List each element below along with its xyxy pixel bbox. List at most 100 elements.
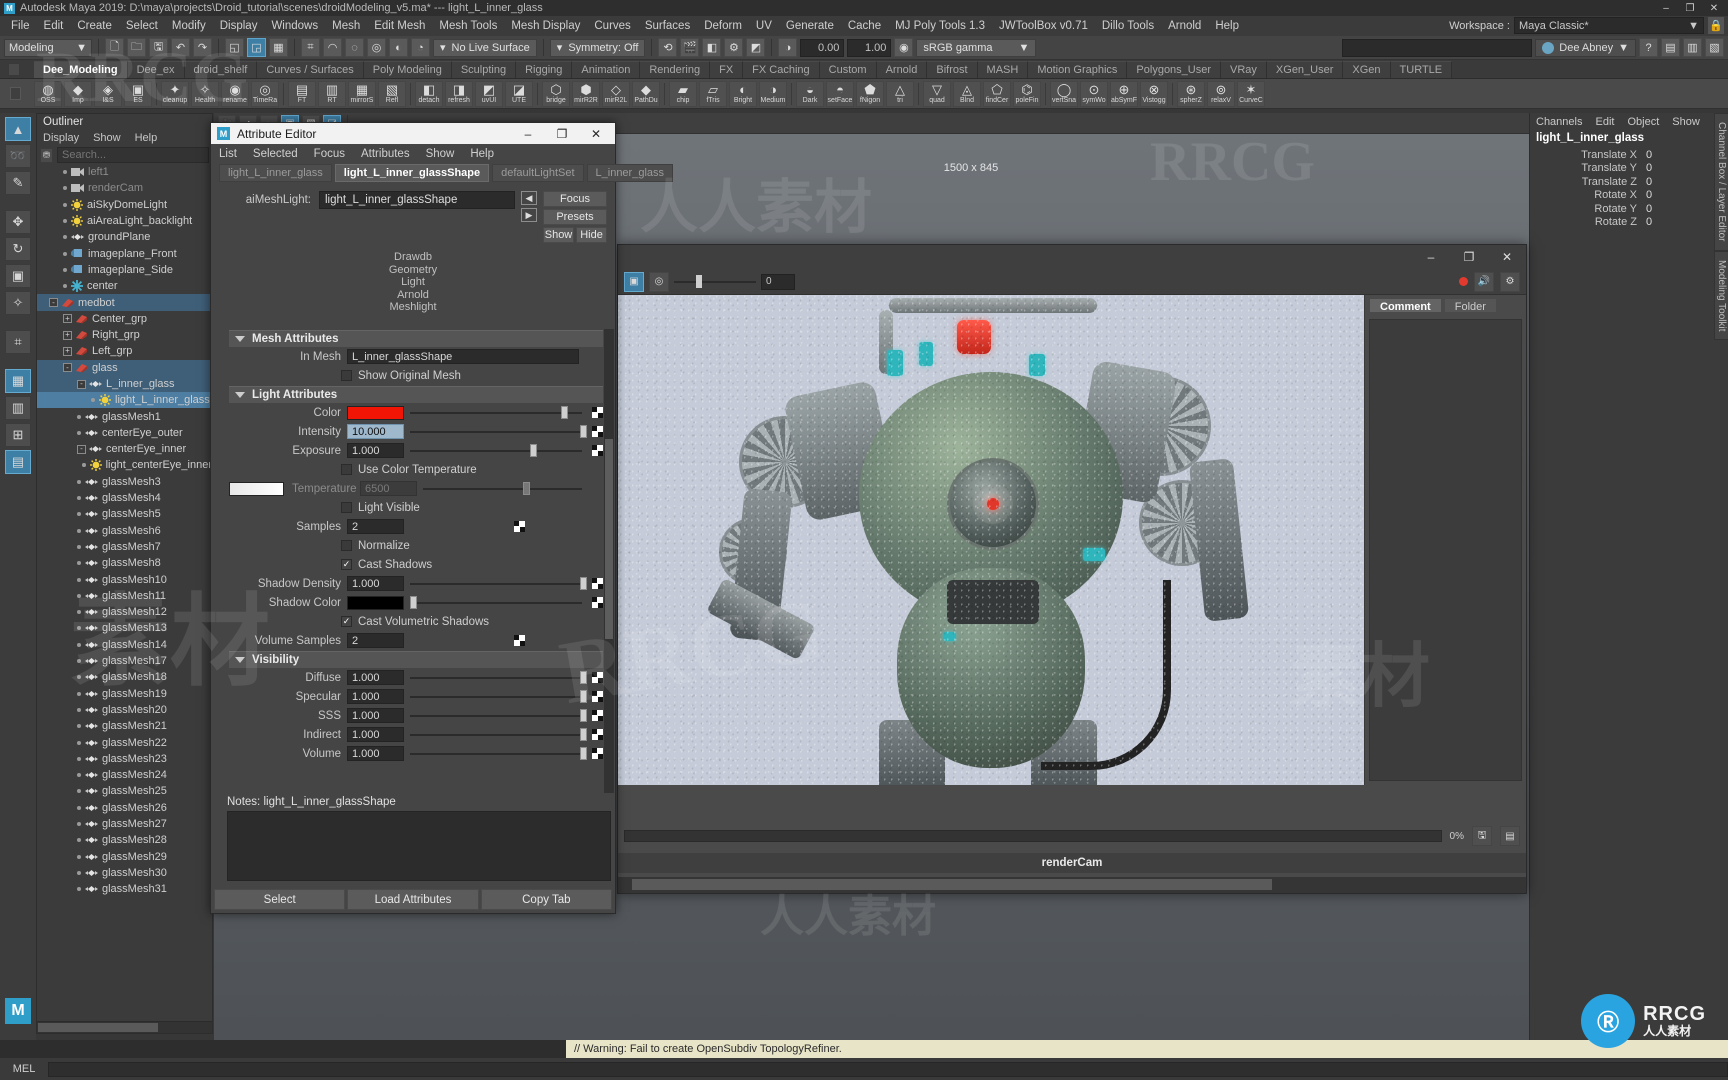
shelf-button-quad[interactable]: ▽quad — [923, 81, 951, 107]
shelf-icon-grip[interactable] — [10, 87, 21, 100]
shelf-button-timera[interactable]: ◎TimeRa — [251, 81, 279, 107]
outliner-item-glass[interactable]: -glass — [37, 360, 212, 376]
outliner-item-glassmesh23[interactable]: glassMesh23 — [37, 751, 212, 767]
history-icon[interactable]: ⟲ — [658, 38, 677, 57]
live-surface-dropdown[interactable]: ▾ No Live Surface — [433, 39, 537, 57]
menu-item-jwtoolbox-v0-71[interactable]: JWToolBox v0.71 — [992, 18, 1095, 34]
shelf-tab-bifrost[interactable]: Bifrost — [927, 61, 977, 78]
menu-set-dropdown[interactable]: Modeling ▼ — [4, 39, 92, 57]
shelf-button-symwo[interactable]: ⊙symWo — [1080, 81, 1108, 107]
outliner-item-right-grp[interactable]: +Right_grp — [37, 327, 212, 343]
checkbox-light-visible[interactable] — [341, 502, 352, 513]
ae-tab-defaultlightset[interactable]: defaultLightSet — [492, 164, 583, 182]
hide-button[interactable]: Hide — [576, 227, 607, 243]
outliner-item-glassmesh26[interactable]: glassMesh26 — [37, 800, 212, 816]
volume-samples-field[interactable]: 2 — [347, 633, 404, 648]
snap-to-grid-icon[interactable]: ⌗ — [301, 38, 320, 57]
minimize-button[interactable]: – — [511, 123, 545, 144]
section-visibility[interactable]: Visibility — [229, 651, 603, 668]
diffuse-field[interactable]: 1.000 — [347, 670, 404, 685]
zoom-value-field[interactable]: 0 — [761, 274, 795, 290]
scrollbar-thumb[interactable] — [605, 439, 613, 639]
close-button[interactable]: ✕ — [579, 123, 613, 144]
speaker-icon[interactable]: 🔊 — [1474, 272, 1494, 292]
shelf-button-oss[interactable]: ◍OSS — [34, 81, 62, 107]
rotate-tool-icon[interactable]: ↻ — [5, 237, 31, 261]
expand-collapse-icon[interactable]: + — [63, 347, 72, 356]
shelf-tab-droid-shelf[interactable]: droid_shelf — [185, 61, 258, 78]
sss-field[interactable]: 1.000 — [347, 708, 404, 723]
search-input[interactable] — [1342, 39, 1532, 57]
shelf-button-absymf[interactable]: ⊕abSymF — [1110, 81, 1138, 107]
copy-tab-button[interactable]: Copy Tab — [481, 889, 612, 910]
channel-box-menu-object[interactable]: Object — [1627, 116, 1659, 128]
maximize-button[interactable]: ❐ — [1678, 0, 1702, 16]
attribute-editor-vertical-scrollbar[interactable] — [604, 329, 614, 793]
channel-value[interactable]: 0 — [1642, 176, 1714, 188]
vertical-tab-modeling-toolkit[interactable]: Modeling Toolkit — [1714, 251, 1728, 341]
outliner-item-glassmesh8[interactable]: glassMesh8 — [37, 555, 212, 571]
color-swatch[interactable] — [347, 406, 404, 420]
ae-tab-light-l-inner-glassshape[interactable]: light_L_inner_glassShape — [335, 164, 489, 182]
shelf-tab-vray[interactable]: VRay — [1221, 61, 1267, 78]
outliner-menu-help[interactable]: Help — [135, 132, 158, 144]
select-by-object-icon[interactable]: ◲ — [247, 38, 266, 57]
layout-persp-icon[interactable]: ▤ — [5, 450, 31, 474]
map-button-icon[interactable] — [592, 672, 603, 683]
gamma-value[interactable]: 1.00 — [847, 39, 891, 57]
shelf-button-imp[interactable]: ◆Imp — [64, 81, 92, 107]
ae-menu-selected[interactable]: Selected — [253, 148, 298, 160]
channel-value[interactable]: 0 — [1642, 149, 1714, 161]
outliner-item-centereye-inner[interactable]: -centerEye_inner — [37, 441, 212, 457]
menu-item-create[interactable]: Create — [70, 18, 119, 34]
shelf-tab-dee-ex[interactable]: Dee_ex — [128, 61, 185, 78]
input-connection-icon[interactable]: ◀ — [521, 191, 537, 205]
snapshot-icon[interactable]: ◎ — [649, 272, 669, 292]
shelf-button-bright[interactable]: ◐Bright — [729, 81, 757, 107]
diffuse-slider[interactable] — [410, 670, 582, 685]
channel-row-translate-z[interactable]: Translate Z0 — [1530, 175, 1714, 189]
map-button-icon[interactable] — [592, 691, 603, 702]
shadow-color-swatch[interactable] — [347, 596, 404, 610]
shelf-tab-custom[interactable]: Custom — [820, 61, 877, 78]
row-normalize[interactable]: Normalize — [211, 536, 615, 555]
intensity-field[interactable]: 10.000 — [347, 424, 404, 439]
channel-value[interactable]: 0 — [1642, 203, 1714, 215]
outliner-item-glassmesh30[interactable]: glassMesh30 — [37, 865, 212, 881]
shelf-tab-animation[interactable]: Animation — [572, 61, 640, 78]
menu-item-dillo-tools[interactable]: Dillo Tools — [1095, 18, 1161, 34]
row-cast-shadows[interactable]: ✓ Cast Shadows — [211, 555, 615, 574]
section-mesh-attributes[interactable]: Mesh Attributes — [229, 330, 603, 347]
lock-icon[interactable]: 🔒 — [1708, 17, 1724, 34]
channel-row-rotate-y[interactable]: Rotate Y0 — [1530, 202, 1714, 216]
row-show-original-mesh[interactable]: Show Original Mesh — [211, 366, 615, 385]
checkbox-use-color-temperature[interactable] — [341, 464, 352, 475]
row-light-visible[interactable]: Light Visible — [211, 498, 615, 517]
shadow-color-slider[interactable] — [410, 595, 582, 610]
shadow-density-field[interactable]: 1.000 — [347, 576, 404, 591]
checkbox-cast-volumetric-shadows[interactable]: ✓ — [341, 616, 352, 627]
vertical-tab-channel-box-layer-editor[interactable]: Channel Box / Layer Editor — [1714, 113, 1728, 251]
volume-field[interactable]: 1.000 — [347, 746, 404, 761]
menu-item-edit[interactable]: Edit — [37, 18, 71, 34]
outliner-item-glassmesh1[interactable]: glassMesh1 — [37, 408, 212, 424]
outliner-item-aiarealight-backlight[interactable]: aiAreaLight_backlight — [37, 213, 212, 229]
map-button-icon[interactable] — [592, 578, 603, 589]
shelf-button-medium[interactable]: ◑Medium — [759, 81, 787, 107]
expand-collapse-icon[interactable]: - — [49, 298, 58, 307]
checkbox-normalize[interactable] — [341, 540, 352, 551]
notes-textarea[interactable] — [227, 811, 611, 881]
shelf-button-setface[interactable]: ◓setFace — [826, 81, 854, 107]
exposure-value[interactable]: 0.00 — [800, 39, 844, 57]
shelf-tab-polygons-user[interactable]: Polygons_User — [1127, 61, 1221, 78]
load-attributes-button[interactable]: Load Attributes — [347, 889, 478, 910]
map-button-icon[interactable] — [592, 710, 603, 721]
ae-tab-l-inner-glass[interactable]: L_inner_glass — [587, 164, 674, 182]
shelf-tab-mash[interactable]: MASH — [978, 61, 1029, 78]
outliner-item-glassmesh12[interactable]: glassMesh12 — [37, 604, 212, 620]
outliner-item-light-centereye-inner[interactable]: light_centerEye_inner — [37, 457, 212, 473]
outliner-item-glassmesh5[interactable]: glassMesh5 — [37, 506, 212, 522]
render-icon[interactable]: 🎬 — [680, 38, 699, 57]
render-settings-icon[interactable]: ⚙ — [724, 38, 743, 57]
volume-slider[interactable] — [410, 746, 582, 761]
